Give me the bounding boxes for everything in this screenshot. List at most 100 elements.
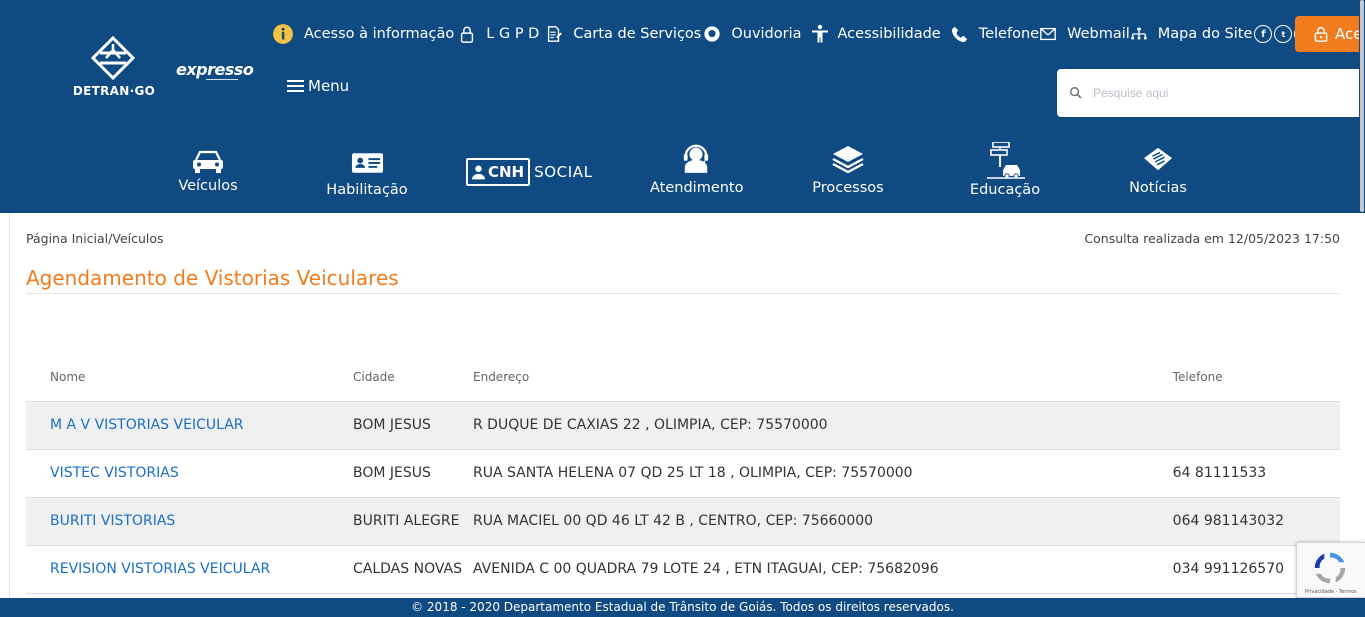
category-label: Veículos [178, 178, 238, 194]
vistoria-name-link[interactable]: BURITI VISTORIAS [50, 513, 175, 529]
vistoria-name-link[interactable]: REVISION VISTORIAS VEICULAR [50, 561, 270, 577]
vistoria-name-link[interactable]: VISTEC VISTORIAS [50, 465, 179, 481]
top-link-label: Webmail [1067, 26, 1130, 42]
top-link-acessibilidade[interactable]: Acessibilidade [810, 23, 941, 45]
top-link-ouvidoria[interactable]: Ouvidoria [703, 25, 802, 43]
title-divider [26, 293, 1340, 294]
top-link-acesso-informacao[interactable]: Acesso à informação [272, 23, 454, 45]
detran-mark-icon [91, 36, 135, 80]
expresso-logo[interactable]: expresso [176, 60, 254, 80]
hamburger-icon [287, 80, 304, 92]
top-link-webmail[interactable]: Webmail [1039, 25, 1130, 43]
car-icon [193, 150, 223, 173]
search-icon [1070, 87, 1082, 99]
telefone-cell: 64 81111533 [1172, 449, 1340, 498]
detran-logo[interactable]: DETRAN·GO [70, 36, 160, 102]
lock-icon [1314, 26, 1328, 42]
top-link-label: Acesso à informação [304, 26, 455, 42]
table-row: M A V VISTORIAS VEICULAR BOM JESUS R DUQ… [26, 401, 1340, 450]
info-icon [273, 24, 293, 44]
top-links: Acesso à informação L G P D Carta de Ser… [272, 22, 1333, 46]
social-text: SOCIAL [534, 163, 593, 181]
endereco-cell: AVENIDA C 00 QUADRA 79 LOTE 24 , ETN ITA… [473, 545, 1173, 594]
recaptcha-icon [1314, 552, 1346, 584]
top-link-label: Ouvidoria [731, 26, 802, 42]
top-link-label: Telefone [978, 26, 1040, 42]
cnh-social-link[interactable]: CNH SOCIAL [466, 157, 593, 187]
consulta-timestamp: Consulta realizada em 12/05/2023 17:50 [1084, 231, 1340, 246]
category-label: Notícias [1129, 180, 1187, 196]
column-header-cidade: Cidade [353, 353, 473, 402]
top-link-lgpd[interactable]: L G P D [458, 25, 539, 43]
chat-icon [704, 26, 720, 42]
lock-icon [461, 26, 474, 43]
cidade-cell: CALDAS NOVAS [353, 545, 473, 594]
accessibility-icon [811, 24, 828, 43]
endereco-cell: RUA MACIEL 00 QD 46 LT 42 B , CENTRO, CE… [473, 497, 1173, 546]
column-header-endereco: Endereço [473, 353, 1173, 402]
vistorias-table: Nome Cidade Endereço Telefone M A V VIST… [26, 353, 1340, 594]
facebook-icon[interactable]: f [1254, 25, 1273, 43]
site-header: DETRAN·GO expresso Menu Acesso à informa… [0, 0, 1365, 213]
cidade-cell: BOM JESUS [353, 401, 473, 450]
person-icon [472, 165, 485, 180]
top-link-label: L G P D [486, 26, 540, 42]
endereco-cell: R DUQUE DE CAXIAS 22 , OLIMPIA, CEP: 755… [473, 401, 1173, 450]
search-box [1057, 69, 1365, 117]
top-link-label: Carta de Serviços [573, 26, 702, 42]
top-link-label: Mapa do Site [1157, 26, 1253, 42]
breadcrumb[interactable]: Página Inicial/Veículos [26, 231, 164, 246]
left-edge [0, 213, 10, 598]
id-card-icon [351, 153, 383, 173]
detran-logo-text: DETRAN·GO [72, 84, 156, 98]
table-row: REVISION VISTORIAS VEICULAR CALDAS NOVAS… [26, 545, 1340, 594]
menu-label: Menu [308, 77, 350, 95]
table-row: VISTEC VISTORIAS BOM JESUS RUA SANTA HEL… [26, 449, 1340, 498]
category-label: Atendimento [650, 180, 744, 196]
footer: © 2018 - 2020 Departamento Estadual de T… [0, 598, 1365, 617]
category-processos[interactable]: Processos [812, 140, 884, 196]
category-label: Habilitação [326, 182, 408, 198]
recaptcha-label: Privacidade - Termos [1305, 589, 1357, 595]
road-sign-car-icon [987, 142, 1025, 179]
top-link-mapa-site[interactable]: Mapa do Site [1130, 25, 1253, 43]
search-input[interactable] [1093, 86, 1323, 100]
top-link-label: Acessibilidade [837, 26, 941, 42]
category-noticias[interactable]: Notícias [1124, 140, 1192, 196]
category-veiculos[interactable]: Veículos [178, 140, 238, 194]
cidade-cell: BOM JESUS [353, 449, 473, 498]
twitter-icon[interactable]: t [1274, 25, 1293, 43]
table-header-row: Nome Cidade Endereço Telefone [26, 353, 1340, 402]
category-nav: Veículos Habilitação CNH SOCIAL Atendime… [0, 140, 1365, 210]
cnh-text: CNH [488, 163, 525, 181]
cidade-cell: BURITI ALEGRE [353, 497, 473, 546]
table-row: BURITI VISTORIAS BURITI ALEGRE RUA MACIE… [26, 497, 1340, 546]
scrollbar-thumb[interactable] [1360, 0, 1364, 212]
phone-icon [951, 26, 967, 43]
vistoria-name-link[interactable]: M A V VISTORIAS VEICULAR [50, 417, 244, 433]
telefone-cell: 064 981143032 [1172, 497, 1340, 546]
cnh-badge: CNH [466, 158, 531, 186]
endereco-cell: RUA SANTA HELENA 07 QD 25 LT 18 , OLIMPI… [473, 449, 1173, 498]
category-atendimento[interactable]: Atendimento [650, 140, 744, 196]
page-title: Agendamento de Vistorias Veiculares [26, 266, 399, 290]
acesso-login-button[interactable]: Ace [1295, 16, 1365, 52]
expresso-logo-text: expresso [176, 60, 254, 79]
column-header-telefone: Telefone [1172, 353, 1340, 402]
category-educacao[interactable]: Educação [968, 142, 1042, 198]
recaptcha-badge[interactable]: Privacidade - Termos [1296, 542, 1365, 598]
layers-icon [832, 146, 864, 174]
category-habilitacao[interactable]: Habilitação [326, 140, 408, 198]
category-label: Educação [969, 182, 1041, 198]
column-header-nome: Nome [26, 353, 353, 402]
top-link-telefone[interactable]: Telefone [951, 25, 1039, 43]
telefone-cell [1172, 401, 1340, 450]
top-link-carta-servicos[interactable]: Carta de Serviços [545, 25, 701, 43]
document-edit-icon [548, 26, 563, 42]
sitemap-icon [1131, 27, 1147, 40]
menu-button[interactable]: Menu [287, 76, 349, 96]
mail-icon [1040, 27, 1056, 41]
category-label: Processos [812, 180, 884, 196]
newspaper-icon [1144, 147, 1172, 171]
headset-icon [683, 144, 709, 173]
